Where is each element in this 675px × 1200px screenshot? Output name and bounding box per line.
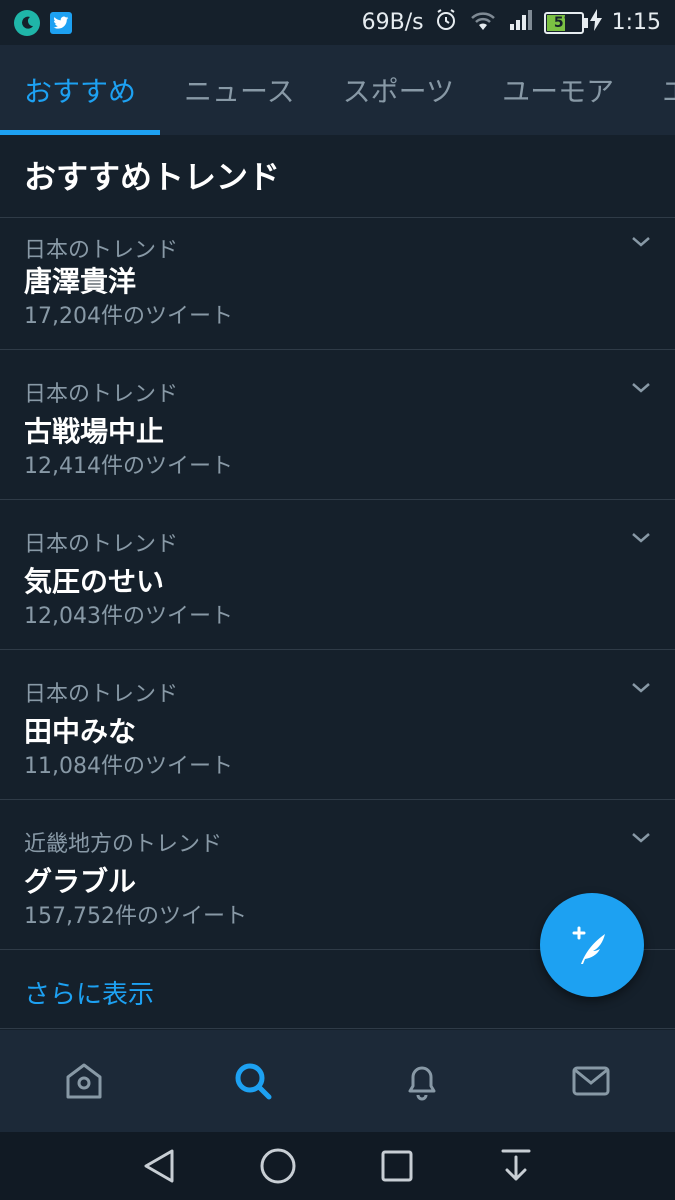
trend-name: 田中みな bbox=[24, 715, 137, 748]
wifi-icon bbox=[468, 8, 498, 38]
system-back-button[interactable] bbox=[134, 1141, 184, 1191]
charging-bolt-icon bbox=[589, 8, 602, 37]
notification-pull-icon bbox=[501, 1149, 531, 1181]
trend-name: 古戦場中止 bbox=[24, 415, 165, 448]
trend-context: 日本のトレンド bbox=[24, 382, 179, 407]
clock-time: 1:15 bbox=[611, 10, 661, 35]
trend-name: グラブル bbox=[24, 865, 137, 898]
trend-tweet-count: 17,204件のツイート bbox=[24, 304, 233, 329]
moon-app-icon bbox=[14, 9, 40, 36]
bottom-nav bbox=[0, 1030, 675, 1132]
show-more-link[interactable]: さらに表示 bbox=[24, 974, 154, 1011]
nav-search-button[interactable] bbox=[213, 1041, 293, 1121]
recents-square-icon bbox=[381, 1150, 413, 1182]
tab-humor[interactable]: ユーモア bbox=[478, 45, 638, 135]
home-icon bbox=[66, 1063, 102, 1099]
compose-tweet-icon bbox=[572, 926, 605, 964]
tab-entertainment[interactable]: エ bbox=[638, 45, 675, 135]
trend-item[interactable]: 日本のトレンド 古戦場中止 12,414件のツイート bbox=[0, 349, 675, 499]
battery-tip bbox=[583, 17, 588, 28]
back-icon bbox=[144, 1149, 174, 1183]
system-notification-pull-button[interactable] bbox=[491, 1141, 541, 1191]
nav-messages-button[interactable] bbox=[551, 1041, 631, 1121]
alarm-icon bbox=[434, 8, 458, 38]
trend-tweet-count: 157,752件のツイート bbox=[24, 904, 247, 929]
trend-list: 日本のトレンド 唐澤貴洋 17,204件のツイート 日本のトレンド 古戦場中止 … bbox=[0, 217, 675, 949]
tab-news[interactable]: ニュース bbox=[160, 45, 319, 135]
compose-tweet-button[interactable] bbox=[540, 893, 644, 997]
section-title: おすすめトレンド bbox=[24, 158, 281, 196]
chevron-down-icon[interactable] bbox=[629, 376, 653, 400]
chevron-down-icon[interactable] bbox=[629, 826, 653, 850]
battery-icon: 57 bbox=[543, 11, 584, 34]
search-icon bbox=[235, 1063, 272, 1100]
trend-item[interactable]: 日本のトレンド 田中みな 11,084件のツイート bbox=[0, 649, 675, 799]
trend-item[interactable]: 日本のトレンド 唐澤貴洋 17,204件のツイート bbox=[0, 217, 675, 349]
trend-context: 日本のトレンド bbox=[24, 682, 179, 707]
trend-item[interactable]: 日本のトレンド 気圧のせい 12,043件のツイート bbox=[0, 499, 675, 649]
notifications-bell-icon bbox=[408, 1066, 436, 1101]
system-home-button[interactable] bbox=[253, 1141, 303, 1191]
home-circle-icon bbox=[260, 1148, 296, 1184]
nav-home-button[interactable] bbox=[44, 1041, 124, 1121]
trend-context: 近畿地方のトレンド bbox=[24, 832, 223, 857]
messages-envelope-icon bbox=[572, 1066, 610, 1096]
system-recents-button[interactable] bbox=[372, 1141, 422, 1191]
chevron-down-icon[interactable] bbox=[629, 526, 653, 550]
battery-level: 57 bbox=[553, 14, 574, 31]
status-bar: 69B/s 57 1:15 bbox=[0, 0, 675, 45]
trend-tweet-count: 12,043件のツイート bbox=[24, 604, 233, 629]
status-left bbox=[14, 9, 72, 36]
status-right: 69B/s 57 1:15 bbox=[362, 8, 661, 38]
chevron-down-icon[interactable] bbox=[629, 676, 653, 700]
chevron-down-icon[interactable] bbox=[629, 230, 653, 254]
tab-sports[interactable]: スポーツ bbox=[319, 45, 478, 135]
net-speed: 69B/s bbox=[361, 10, 424, 35]
trend-name: 唐澤貴洋 bbox=[24, 265, 137, 298]
trend-context: 日本のトレンド bbox=[24, 532, 179, 557]
cell-signal-icon bbox=[508, 8, 534, 38]
nav-notifications-button[interactable] bbox=[382, 1041, 462, 1121]
explore-tab-bar: おすすめ ニュース スポーツ ユーモア エ bbox=[0, 45, 675, 135]
android-system-nav bbox=[0, 1132, 675, 1200]
trend-tweet-count: 11,084件のツイート bbox=[24, 754, 233, 779]
trend-tweet-count: 12,414件のツイート bbox=[24, 454, 233, 479]
tab-recommended[interactable]: おすすめ bbox=[0, 45, 161, 135]
battery-indicator: 57 bbox=[543, 8, 602, 37]
twitter-app-icon bbox=[50, 11, 72, 34]
trend-name: 気圧のせい bbox=[24, 565, 165, 598]
